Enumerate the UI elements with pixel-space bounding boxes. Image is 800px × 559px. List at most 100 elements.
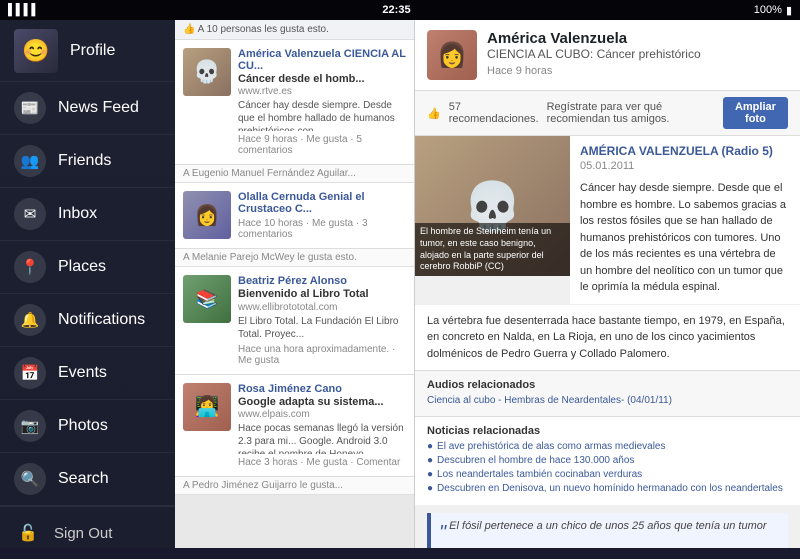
sidebar-item-sign-out[interactable]: 🔓 Sign Out [0,506,175,559]
news-feed-icon: 📰 [14,92,46,124]
feed-mention-2: A Melanie Parejo McWey le gusta esto. [175,249,414,267]
sidebar-places-label: Places [58,258,106,276]
feed-item[interactable]: 👩‍💻 Rosa Jiménez Cano Google adapta su s… [175,375,414,477]
related-audio: Audios relacionados Ciencia al cubo - He… [415,370,800,416]
detail-rec-bar: 👍 57 recomendaciones. Regístrate para ve… [415,91,800,136]
sign-out-icon: 🔓 [14,519,42,547]
signal-icon: ▌▌▌▌ [8,4,39,16]
detail-title-area: América Valenzuela CIENCIA AL CUBO: Cánc… [487,30,788,77]
sidebar-notifications-label: Notifications [58,311,145,329]
feed-thumb-3: 📚 [183,275,231,323]
status-time: 22:35 [382,4,410,16]
feed-url-1: www.rtve.es [238,86,406,97]
feed-url-3: www.ellibrotototal.com [238,302,406,313]
photos-icon: 📷 [14,410,46,442]
detail-image-caption: El hombre de Steinheim tenía un tumor, e… [415,223,570,276]
related-news-item-1[interactable]: ● El ave prehistórica de alas como armas… [427,441,788,452]
sidebar-photos-label: Photos [58,417,108,435]
feed-meta-4: Hace 3 horas · Me gusta · Comentar [238,457,406,468]
feed-meta-3: Hace una hora aproximadamente. · Me gust… [238,344,406,366]
rec-count: 57 recomendaciones. [449,101,539,125]
feed-item[interactable]: 📚 Beatriz Pérez Alonso Bienvenido al Lib… [175,267,414,374]
sidebar-item-friends[interactable]: 👥 Friends [0,135,175,188]
battery-label: 100% [754,4,782,16]
friends-icon: 👥 [14,145,46,177]
detail-image: 💀 El hombre de Steinheim tenía un tumor,… [415,136,570,276]
status-right: 100% ▮ [754,4,792,17]
feed-url-4: www.elpais.com [238,409,406,420]
recommend-icon: 👍 [427,107,441,120]
profile-avatar: 😊 [14,29,58,73]
related-audio-item[interactable]: Ciencia al cubo - Hembras de Neardentale… [427,395,788,406]
sidebar-sign-out-label: Sign Out [54,525,112,542]
detail-subtitle: CIENCIA AL CUBO: Cáncer prehistórico [487,47,788,61]
sidebar-search-label: Search [58,470,109,488]
feed-title-4: Google adapta su sistema... [238,395,406,409]
feed-author-2: Olalla Cernuda Genial el Crustaceo C... [238,191,406,215]
bullet-icon: ● [427,441,433,452]
related-news-item-4[interactable]: ● Descubren en Denisova, un nuevo homíni… [427,483,788,494]
feed-mention-1: A Eugenio Manuel Fernández Aguilar... [175,165,414,183]
related-news-item-3[interactable]: ● Los neandertales también cocinaban ver… [427,469,788,480]
sidebar-item-events[interactable]: 📅 Events [0,347,175,400]
feed-author-4: Rosa Jiménez Cano [238,383,406,395]
notifications-icon: 🔔 [14,304,46,336]
sidebar-item-photos[interactable]: 📷 Photos [0,400,175,453]
feed-thumb-1: 💀 [183,48,231,96]
bullet-icon: ● [427,469,433,480]
related-audio-title: Audios relacionados [427,379,788,391]
sidebar-item-news-feed[interactable]: 📰 News Feed [0,82,175,135]
feed-panel: 👍 A 10 personas les gusta esto. 💀 Améric… [175,20,415,548]
detail-author-card-name: AMÉRICA VALENZUELA (Radio 5) [580,144,790,158]
feed-likes-text: 👍 A 10 personas les gusta esto. [183,24,329,35]
detail-image-area: 💀 El hombre de Steinheim tenía un tumor,… [415,136,800,304]
battery-icon: ▮ [786,4,792,17]
bullet-icon: ● [427,455,433,466]
bullet-icon: ● [427,483,433,494]
sidebar-news-feed-label: News Feed [58,99,139,117]
feed-item[interactable]: 💀 América Valenzuela CIENCIA AL CU... Cá… [175,40,414,165]
detail-time: Hace 9 horas [487,65,788,77]
quote-mark: " [439,522,446,544]
detail-side-info: AMÉRICA VALENZUELA (Radio 5) 05.01.2011 … [570,136,800,304]
feed-item-4-content: Rosa Jiménez Cano Google adapta su siste… [238,383,406,468]
feed-item-1-content: América Valenzuela CIENCIA AL CU... Cánc… [238,48,406,156]
related-news-title: Noticias relacionadas [427,425,788,437]
feed-title-3: Bienvenido al Libro Total [238,287,406,301]
feed-desc-1: Cáncer hay desde siempre. Desde que el h… [238,99,406,131]
detail-body-intro: Cáncer hay desde siempre. Desde que el h… [580,180,790,296]
quote-text: El fósil pertenece a un chico de unos 25… [439,520,767,548]
feed-thumb-4: 👩‍💻 [183,383,231,431]
search-icon: 🔍 [14,463,46,495]
sidebar-item-inbox[interactable]: ✉ Inbox [0,188,175,241]
detail-header: 👩 América Valenzuela CIENCIA AL CUBO: Cá… [415,20,800,91]
feed-item[interactable]: 👩 Olalla Cernuda Genial el Crustaceo C..… [175,183,414,249]
ampliar-foto-button[interactable]: Ampliar foto [723,97,788,129]
sidebar-item-notifications[interactable]: 🔔 Notifications [0,294,175,347]
detail-panel: 👩 América Valenzuela CIENCIA AL CUBO: Cá… [415,20,800,548]
feed-author-3: Beatriz Pérez Alonso [238,275,406,287]
feed-author-1: América Valenzuela CIENCIA AL CU... [238,48,406,72]
feed-meta-2: Hace 10 horas · Me gusta · 3 comentarios [238,218,406,240]
sidebar-item-places[interactable]: 📍 Places [0,241,175,294]
feed-mention-4: A Pedro Jiménez Guijarro le gusta... [175,477,414,495]
sidebar-item-profile[interactable]: 😊 Profile [0,20,175,82]
sidebar-friends-label: Friends [58,152,111,170]
detail-author-name: América Valenzuela [487,30,788,47]
feed-item-2-content: Olalla Cernuda Genial el Crustaceo C... … [238,191,406,240]
feed-thumb-2: 👩 [183,191,231,239]
sidebar: 😊 Profile 📰 News Feed 👥 Friends ✉ Inbox … [0,20,175,548]
related-news-item-2[interactable]: ● Descubren el hombre de hace 130.000 añ… [427,455,788,466]
feed-item-3-content: Beatriz Pérez Alonso Bienvenido al Libro… [238,275,406,365]
detail-author-card-date: 05.01.2011 [580,160,790,172]
feed-title-1: Cáncer desde el homb... [238,72,406,86]
rec-note: Regístrate para ver qué recomiendan tus … [547,101,715,125]
feed-desc-3: El Libro Total. La Fundación El Libro To… [238,315,406,341]
status-bar: ▌▌▌▌ 22:35 100% ▮ [0,0,800,20]
events-icon: 📅 [14,357,46,389]
related-news: Noticias relacionadas ● El ave prehistór… [415,416,800,505]
sidebar-events-label: Events [58,364,107,382]
detail-quote: " El fósil pertenece a un chico de unos … [427,513,788,548]
feed-meta-1: Hace 9 horas · Me gusta · 5 comentarios [238,134,406,156]
sidebar-item-search[interactable]: 🔍 Search [0,453,175,506]
